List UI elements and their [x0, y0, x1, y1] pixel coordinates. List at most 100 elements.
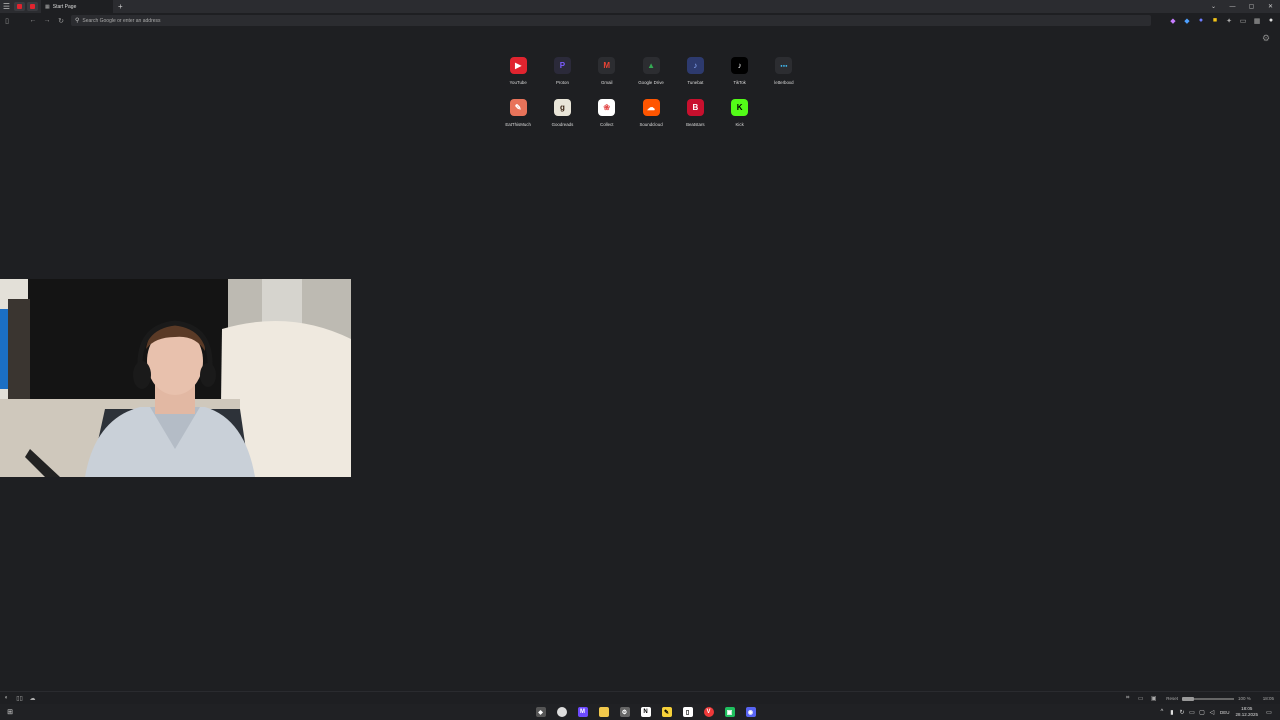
tray-volume-icon[interactable]: ◁ [1207, 709, 1217, 716]
settings-icon: ⚙ [619, 707, 630, 717]
maximize-button[interactable]: ▢ [1242, 0, 1261, 13]
chat-icon: ▣ [724, 707, 735, 717]
tray-network-icon[interactable]: ▭ [1187, 709, 1197, 716]
speed-dial-google-drive[interactable]: ▲ Google Drive [629, 54, 673, 90]
speed-dial-grid: ▶ YouTube P Proton M Gmail ▲ Google Drive ♪ Tuneb… [496, 54, 794, 132]
extension-icon-1[interactable]: ◆ [1166, 14, 1180, 27]
speed-dial-tiktok[interactable]: ♪ TikTok [717, 54, 761, 90]
taskbar-app-vivaldi[interactable]: ◆ [530, 705, 551, 719]
cloud-sync-icon[interactable]: ☁ [26, 695, 39, 702]
image-toggle-icon[interactable]: ▣ [1147, 695, 1160, 702]
panel-toggle-icon[interactable]: ◐ [0, 695, 13, 701]
speed-dial-label: Beatstars [686, 122, 705, 127]
speed-dial-label: Goodreads [551, 122, 574, 127]
zoom-slider-thumb[interactable] [1181, 696, 1194, 701]
panel-icon[interactable]: ▦ [1250, 14, 1264, 27]
taskbar-app-settings[interactable]: ⚙ [614, 705, 635, 719]
extensions-puzzle-icon[interactable]: ✦ [1222, 14, 1236, 27]
speed-dial-eatthismuch[interactable]: ✎ EatThisMuch [496, 96, 540, 132]
window-controls: ⌄ — ▢ ✕ [1204, 0, 1280, 13]
tiktok-icon: ♪ [731, 57, 749, 74]
extension-icon-2[interactable]: ◆ [1180, 14, 1194, 27]
start-menu-icon[interactable]: ⊞ [0, 708, 20, 716]
speed-dial-label: YouTube [509, 80, 527, 85]
taskbar-app-editor[interactable]: ▯ [677, 705, 698, 719]
system-tray: ^ ▮ ↻ ▭ ▢ ◁ DEU 18:05 28.12.2025 ▭ [1157, 704, 1280, 720]
pinned-tab-youtube[interactable] [14, 2, 25, 11]
taskbar-app-chrome[interactable] [551, 705, 572, 719]
notifications-icon[interactable]: ▭ [1264, 709, 1274, 716]
speed-dial-label: Collect [600, 122, 614, 127]
speed-dial-proton[interactable]: P Proton [540, 54, 584, 90]
speed-dial-tunebat[interactable]: ♪ Tunebat [673, 54, 717, 90]
grid-icon: ▦ [45, 3, 50, 10]
tray-monitor-icon[interactable]: ▢ [1197, 709, 1207, 716]
proton-icon: P [553, 57, 571, 74]
forward-button[interactable]: → [40, 13, 54, 28]
start-page-settings-icon[interactable]: ⚙ [1262, 33, 1270, 44]
taskbar-app-browser[interactable]: V [698, 705, 719, 719]
browser-status-bar: ◐ ▯▯ ☁ ⌗ ▭ ▣ Reset 100 % 18:05 [0, 691, 1280, 704]
tab-list-icon[interactable]: ⌄ [1204, 0, 1223, 13]
tray-language[interactable]: DEU [1220, 710, 1230, 715]
tunebat-icon: ♪ [686, 57, 704, 74]
taskbar-app-green[interactable]: ▣ [719, 705, 740, 719]
minimize-button[interactable]: — [1223, 0, 1242, 13]
taskbar-app-proton-mail[interactable]: M [572, 705, 593, 719]
taskbar-apps: ◆ M ⚙ N ✎ ▯ V ▣ ◉ [530, 705, 761, 719]
sidebar-toggle-icon[interactable]: ▯ [0, 13, 14, 28]
tray-clock[interactable]: 18:05 28.12.2025 [1235, 706, 1258, 718]
address-toolbar: ▯ ← → ↻ ⚲ Search Google or enter an addr… [0, 13, 1280, 28]
beatstars-icon: B [686, 99, 704, 116]
speed-dial-kick[interactable]: K Kick [717, 96, 761, 132]
speed-dial-beatstars[interactable]: B Beatstars [673, 96, 717, 132]
tray-chevron-icon[interactable]: ^ [1157, 709, 1167, 715]
address-placeholder: Search Google or enter an address [82, 17, 161, 24]
speed-dial-goodreads[interactable]: g Goodreads [540, 96, 584, 132]
os-taskbar: ⊞ ◆ M ⚙ N ✎ ▯ V ▣ ◉ ^ ▮ ↻ ▭ ▢ ◁ DEU 18:0… [0, 704, 1280, 720]
discord-icon: ◉ [745, 707, 756, 717]
menu-icon[interactable]: ☰ [0, 0, 13, 13]
extension-icon-4[interactable]: ■ [1208, 14, 1222, 27]
chrome-icon [556, 707, 567, 717]
taskbar-app-notes[interactable]: ✎ [656, 705, 677, 719]
tiling-icon[interactable]: ▯▯ [13, 695, 26, 702]
taskbar-app-discord[interactable]: ◉ [740, 705, 761, 719]
speed-dial-collect[interactable]: ❀ Collect [585, 96, 629, 132]
speed-dial-label: Kick [735, 122, 744, 127]
speed-dial-letterboxd[interactable]: ●●● letterboxd [762, 54, 806, 90]
back-button[interactable]: ← [26, 13, 40, 28]
letterboxd-icon: ●●● [775, 57, 793, 74]
tab-bar: ☰ ▦ Start Page + ⌄ — ▢ ✕ [0, 0, 1280, 13]
mail-icon: M [577, 707, 588, 717]
status-clock: 18:05 [1262, 696, 1274, 701]
taskbar-app-files[interactable] [593, 705, 614, 719]
address-input[interactable]: ⚲ Search Google or enter an address [71, 15, 1151, 26]
extensions-area: ◆ ◆ ● ■ ✦ ▭ ▦ ● [1166, 14, 1278, 27]
speed-dial-gmail[interactable]: M Gmail [585, 54, 629, 90]
tray-app-icon[interactable]: ▮ [1167, 709, 1177, 716]
zoom-slider[interactable] [1181, 696, 1234, 701]
speed-dial-youtube[interactable]: ▶ YouTube [496, 54, 540, 90]
speed-dial-soundcloud[interactable]: ☁ Soundcloud [629, 96, 673, 132]
webcam-image [0, 279, 351, 477]
speed-dial-label: Proton [555, 80, 569, 85]
extension-icon-3[interactable]: ● [1194, 14, 1208, 27]
speed-dial-label: Tunebat [687, 80, 704, 85]
tab-start-page[interactable]: ▦ Start Page [41, 0, 113, 13]
tray-sync-icon[interactable]: ↻ [1177, 709, 1187, 716]
zoom-reset-button[interactable]: Reset [1166, 696, 1178, 701]
reload-button[interactable]: ↻ [54, 13, 68, 28]
pinned-tab-2[interactable] [27, 2, 38, 11]
capture-icon[interactable]: ⌗ [1121, 695, 1134, 702]
close-button[interactable]: ✕ [1261, 0, 1280, 13]
new-tab-button[interactable]: + [118, 2, 123, 11]
webcam-overlay [0, 279, 351, 477]
taskbar-app-notion[interactable]: N [635, 705, 656, 719]
goodreads-icon: g [553, 99, 571, 116]
zoom-level: 100 % [1237, 696, 1251, 701]
speed-dial-label: Soundcloud [639, 122, 663, 127]
profile-avatar[interactable]: ● [1264, 14, 1278, 27]
reader-icon[interactable]: ▭ [1236, 14, 1250, 27]
page-tiling-icon[interactable]: ▭ [1134, 695, 1147, 702]
